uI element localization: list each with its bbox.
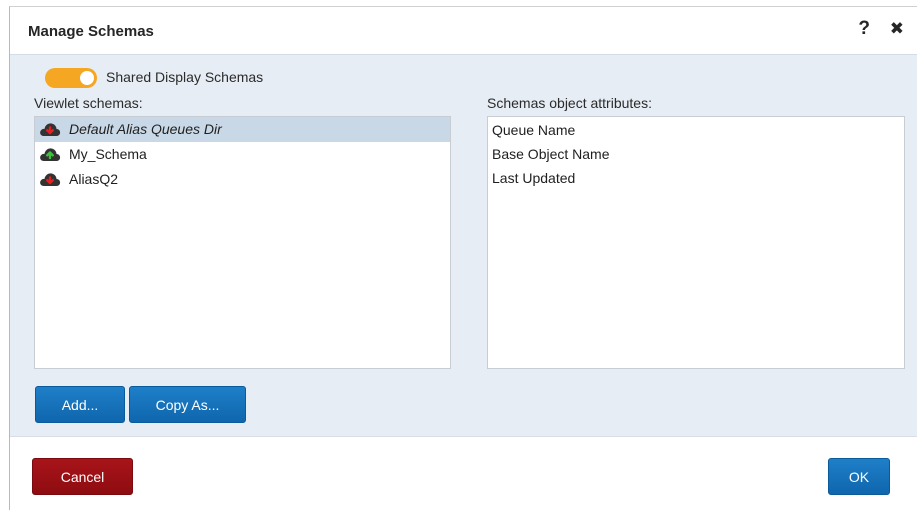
schema-name: Default Alias Queues Dir bbox=[69, 121, 222, 137]
cancel-button[interactable]: Cancel bbox=[32, 458, 133, 495]
attribute-item-base-object-name[interactable]: Base Object Name bbox=[488, 142, 904, 166]
dialog-title: Manage Schemas bbox=[28, 23, 154, 40]
schema-attributes-label: Schemas object attributes: bbox=[487, 95, 652, 111]
toggle-knob bbox=[80, 71, 94, 85]
viewlet-schemas-list[interactable]: Default Alias Queues Dir My_Schema Alias… bbox=[34, 116, 451, 369]
help-icon[interactable]: ? bbox=[858, 18, 870, 40]
viewlet-schemas-label: Viewlet schemas: bbox=[34, 95, 143, 111]
schema-item-default-alias-queues-dir[interactable]: Default Alias Queues Dir bbox=[35, 117, 450, 142]
dialog-body: Shared Display Schemas Viewlet schemas: … bbox=[10, 54, 917, 436]
cloud-download-icon bbox=[40, 123, 61, 136]
close-icon[interactable]: ✖ bbox=[890, 19, 904, 39]
add-schema-button[interactable]: Add... bbox=[35, 386, 125, 423]
schema-name: My_Schema bbox=[69, 146, 147, 162]
attribute-item-queue-name[interactable]: Queue Name bbox=[488, 118, 904, 142]
dialog-footer: Cancel OK bbox=[10, 436, 917, 510]
copy-as-button[interactable]: Copy As... bbox=[129, 386, 246, 423]
schema-attributes-list[interactable]: Queue Name Base Object Name Last Updated bbox=[487, 116, 905, 369]
dialog-title-bar: Manage Schemas ? ✖ bbox=[10, 7, 917, 54]
cloud-download-icon bbox=[40, 173, 61, 186]
shared-display-schemas-label: Shared Display Schemas bbox=[106, 69, 264, 85]
schema-item-aliasq2[interactable]: AliasQ2 bbox=[35, 167, 450, 192]
cloud-upload-icon bbox=[40, 148, 61, 161]
schema-item-my-schema[interactable]: My_Schema bbox=[35, 142, 450, 167]
ok-button[interactable]: OK bbox=[828, 458, 890, 495]
manage-schemas-dialog: Manage Schemas ? ✖ Shared Display Schema… bbox=[9, 6, 917, 510]
attribute-item-last-updated[interactable]: Last Updated bbox=[488, 166, 904, 190]
schema-name: AliasQ2 bbox=[69, 171, 119, 187]
shared-display-schemas-toggle[interactable] bbox=[45, 68, 97, 88]
